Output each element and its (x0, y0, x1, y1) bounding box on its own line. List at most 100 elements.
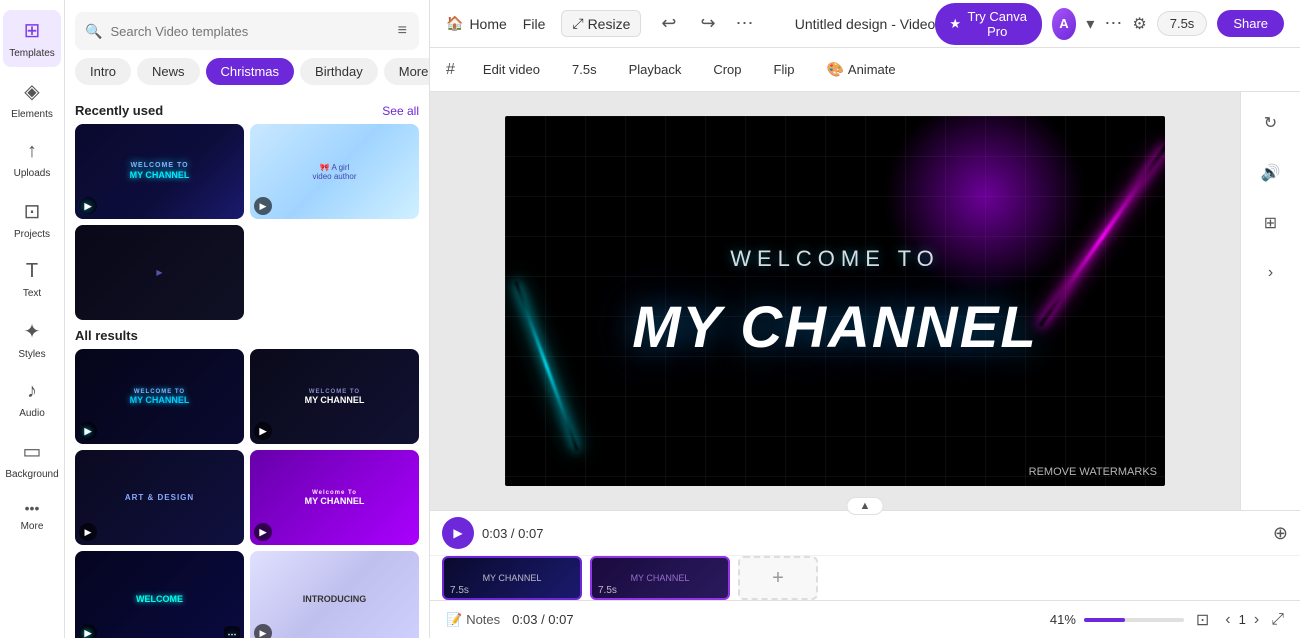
sidebar-item-styles[interactable]: ✦ Styles (3, 311, 61, 368)
add-page-icon[interactable]: ⊕ (1273, 523, 1288, 544)
right-chevron-icon[interactable]: › (1250, 252, 1292, 294)
all-results-row-1: WELCOME TO MY CHANNEL ▶ WELCOME TO MY CH… (75, 349, 419, 444)
canvas-text-main: MY CHANNEL (632, 294, 1038, 361)
playback-button[interactable]: Playback (621, 58, 690, 81)
share-button[interactable]: Share (1217, 10, 1284, 37)
sidebar-item-projects[interactable]: ⊡ Projects (3, 191, 61, 248)
more-options-icon[interactable]: ⋯ (736, 13, 754, 34)
styles-icon: ✦ (24, 319, 41, 344)
refresh-icon[interactable]: ↻ (1250, 102, 1292, 144)
file-label: File (523, 16, 546, 32)
undo-button[interactable]: ↩ (657, 9, 680, 38)
sidebar-item-uploads[interactable]: ↑ Uploads (3, 132, 61, 187)
file-button[interactable]: File (523, 16, 546, 32)
grid-icon[interactable]: ⊞ (1250, 202, 1292, 244)
search-icon: 🔍 (85, 23, 102, 40)
filter-button[interactable]: ≡ (396, 20, 409, 42)
timeline-time: 0:03 / 0:07 (482, 526, 543, 541)
hash-button[interactable]: # (446, 61, 455, 79)
sidebar-item-more[interactable]: ••• More (3, 492, 61, 540)
text-icon: T (26, 260, 38, 283)
dots-menu-icon[interactable]: ⋯ (1104, 13, 1122, 34)
resize-icon: ⤢ (572, 15, 583, 32)
template-all-3[interactable]: ART & DESIGN ▶ (75, 450, 244, 545)
sidebar-item-elements[interactable]: ◈ Elements (3, 71, 61, 128)
time-display: 0:03 / 0:07 (512, 612, 573, 627)
canvas-toolbar: # Edit video 7.5s Playback Crop Flip 🎨 A… (430, 48, 1300, 92)
template-thumb-2[interactable]: 🎀 A girl video author ▶ (250, 124, 419, 219)
fit-view-button[interactable]: ⊡ (1192, 608, 1213, 632)
bottom-bar: 📝 Notes 0:03 / 0:07 41% ⊡ ‹ 1 › ⤢ (430, 600, 1300, 638)
fullscreen-button[interactable]: ⤢ (1271, 611, 1284, 629)
canvas-frame[interactable]: WELCOME TO MY CHANNEL REMOVE WATERMARKS (505, 116, 1165, 486)
bottom-right: 41% ⊡ ‹ 1 › ⤢ (1050, 608, 1284, 632)
template-thumb-1[interactable]: WELCOME TO MY CHANNEL ▶ (75, 124, 244, 219)
tag-more[interactable]: More (384, 58, 429, 85)
play-badge: ▶ (79, 624, 97, 638)
remove-watermarks[interactable]: REMOVE WATERMARKS (1029, 466, 1157, 478)
sidebar-item-templates[interactable]: ⊞ Templates (3, 10, 61, 67)
tag-christmas[interactable]: Christmas (206, 58, 295, 85)
home-icon: 🏠 (446, 15, 463, 32)
see-all-link[interactable]: See all (382, 104, 419, 118)
avatar: A (1052, 8, 1077, 40)
color-wheel-icon: 🎨 (826, 61, 843, 78)
animate-button[interactable]: 🎨 Animate (818, 57, 903, 82)
duration-button[interactable]: 7.5s (564, 58, 605, 81)
sidebar-item-text[interactable]: T Text (3, 252, 61, 307)
next-page-button[interactable]: › (1250, 609, 1263, 631)
template-all-6[interactable]: INTRODUCING ▶ (250, 551, 419, 638)
search-input[interactable] (110, 24, 387, 39)
all-results-section: All results (75, 328, 419, 343)
edit-video-button[interactable]: Edit video (475, 58, 548, 81)
canvas-container: 🗑 ••• WELCOME TO MY CHANNEL REMOVE WATER… (505, 116, 1165, 486)
timeline-controls: ▶ 0:03 / 0:07 ⊕ (430, 511, 1300, 556)
try-canva-button[interactable]: ★ Try Canva Pro (935, 3, 1041, 45)
canvas-and-right: 🗑 ••• WELCOME TO MY CHANNEL REMOVE WATER… (430, 92, 1300, 510)
thumb-label: ▶ (156, 268, 162, 277)
all-results-row-2: ART & DESIGN ▶ Welcome To MY CHANNEL ▶ (75, 450, 419, 545)
sidebar-item-background[interactable]: ▭ Background (3, 431, 61, 488)
chevron-down-icon[interactable]: ▾ (1086, 14, 1094, 34)
template-all-1[interactable]: WELCOME TO MY CHANNEL ▶ (75, 349, 244, 444)
tag-intro[interactable]: Intro (75, 58, 131, 85)
play-badge: ▶ (254, 422, 272, 440)
play-badge: ▶ (254, 624, 272, 638)
templates-icon: ⊞ (24, 18, 41, 43)
hide-timeline-button[interactable]: ▲ (847, 497, 884, 515)
speaker-icon[interactable]: 🔊 (1250, 152, 1292, 194)
timeline-clip-2[interactable]: MY CHANNEL 7.5s (590, 556, 730, 600)
tag-news[interactable]: News (137, 58, 200, 85)
recently-used-section: Recently used See all (75, 103, 419, 118)
thumb-label: 🎀 A girl video author (306, 157, 362, 187)
sidebar-item-audio[interactable]: ♪ Audio (3, 372, 61, 427)
main-area: 🏠 Home File ⤢ Resize ↩ ↪ ⋯ Untitled desi… (430, 0, 1300, 638)
crop-button[interactable]: Crop (705, 58, 749, 81)
canvas-text-top: WELCOME TO (730, 246, 940, 272)
tag-birthday[interactable]: Birthday (300, 58, 378, 85)
prev-page-button[interactable]: ‹ (1221, 609, 1234, 631)
timeline-add-button[interactable]: + (738, 556, 818, 600)
right-panel: ↻ 🔊 ⊞ › (1240, 92, 1300, 510)
settings-icon[interactable]: ⚙ (1132, 14, 1146, 34)
left-sidebar: ⊞ Templates ◈ Elements ↑ Uploads ⊡ Proje… (0, 0, 65, 638)
resize-label: Resize (588, 16, 631, 32)
redo-button[interactable]: ↪ (696, 9, 719, 38)
design-title: Untitled design - Video (795, 16, 936, 32)
flip-button[interactable]: Flip (766, 58, 803, 81)
template-all-2[interactable]: WELCOME TO MY CHANNEL ▶ (250, 349, 419, 444)
home-button[interactable]: 🏠 Home (446, 15, 507, 32)
toolbar-right: ★ Try Canva Pro A ▾ ⋯ ⚙ 7.5s Share (935, 3, 1284, 45)
thumb-label: WELCOME TO (130, 161, 190, 170)
play-button[interactable]: ▶ (442, 517, 474, 549)
tag-row: Intro News Christmas Birthday More (65, 58, 429, 95)
template-all-5[interactable]: WELCOME ▶ ⋯ (75, 551, 244, 638)
resize-button[interactable]: ⤢ Resize (561, 10, 641, 37)
zoom-slider[interactable] (1084, 618, 1184, 622)
toolbar-left: 🏠 Home File ⤢ Resize ↩ ↪ ⋯ (446, 9, 795, 38)
duration-badge[interactable]: 7.5s (1157, 11, 1208, 36)
template-all-4[interactable]: Welcome To MY CHANNEL ▶ (250, 450, 419, 545)
template-thumb-3[interactable]: ▶ (75, 225, 244, 320)
timeline-clip-1[interactable]: MY CHANNEL 7.5s (442, 556, 582, 600)
notes-button[interactable]: 📝 Notes (446, 612, 500, 628)
